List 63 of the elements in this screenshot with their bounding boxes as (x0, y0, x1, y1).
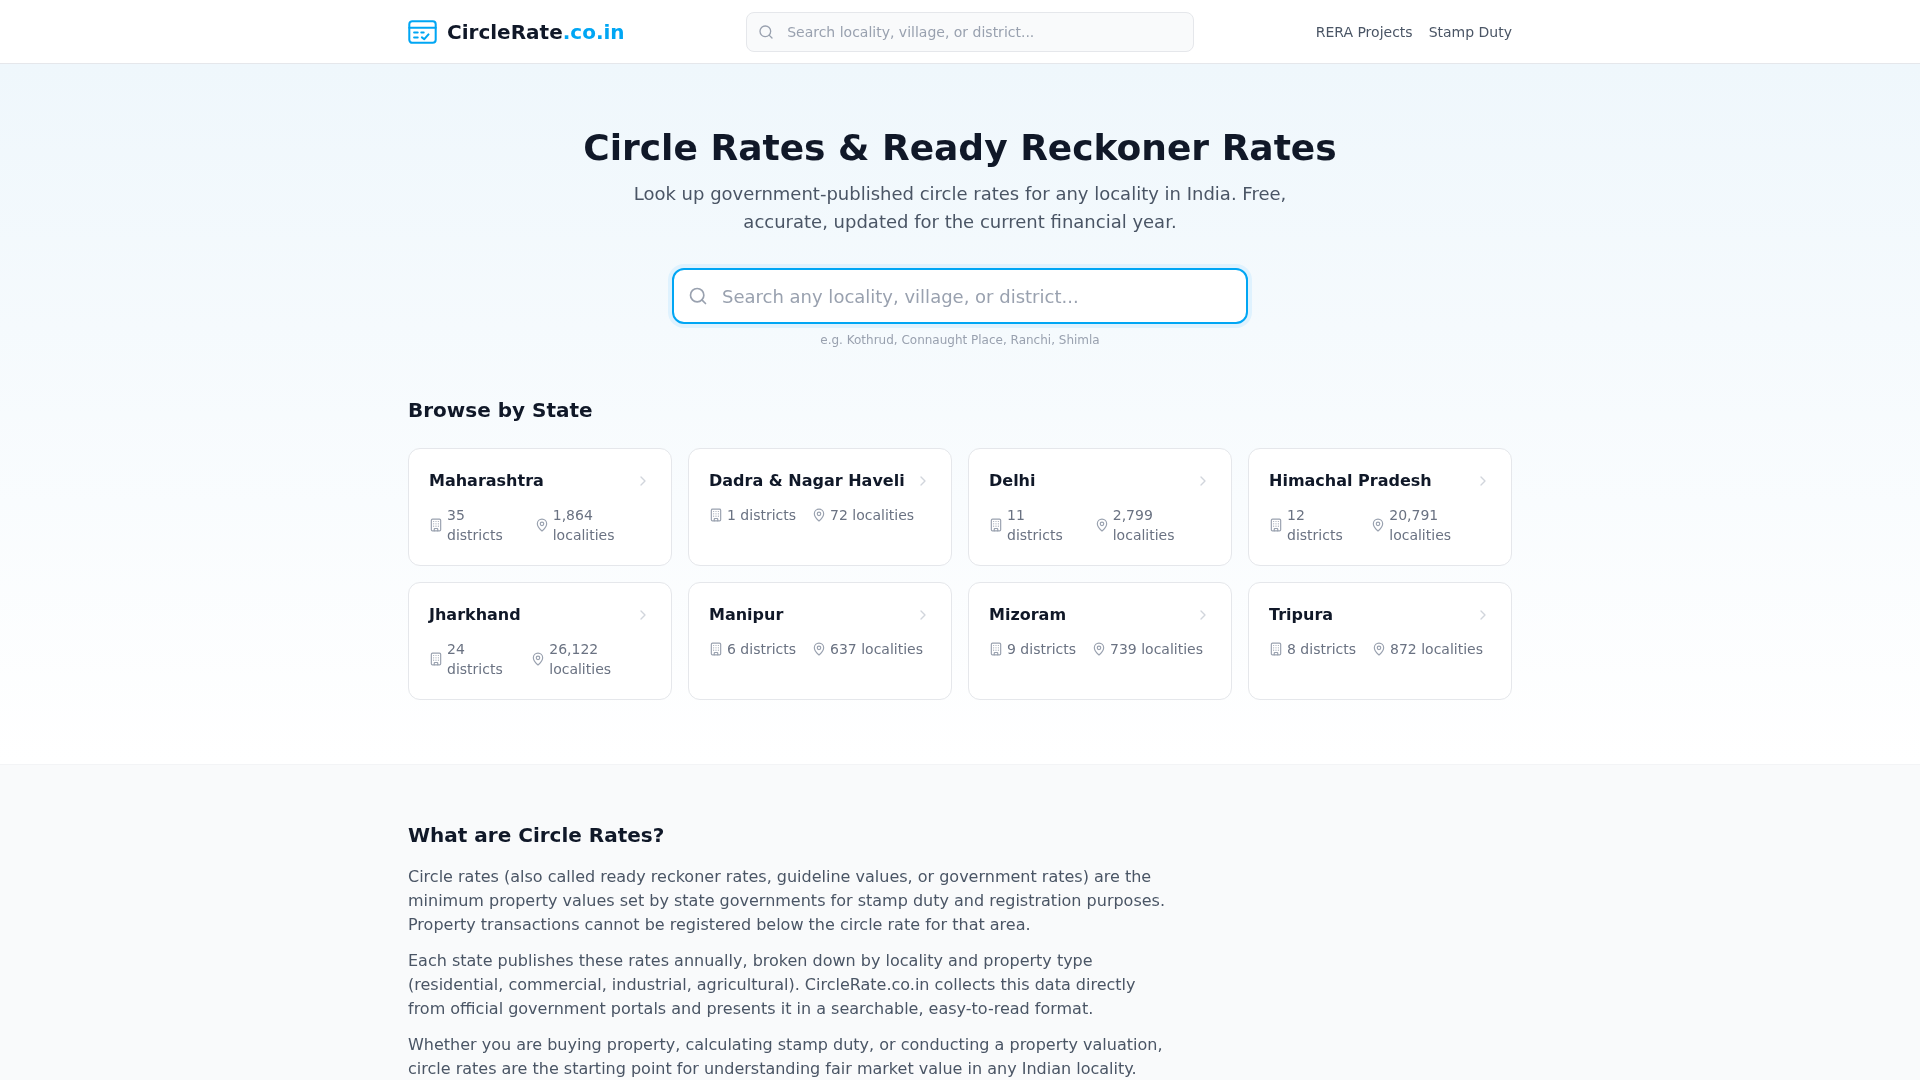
state-name: Maharashtra (429, 470, 544, 492)
page-subtitle: Look up government-published circle rates for any locality in India. Free, accurate, updated for the current financial year. (632, 182, 1288, 234)
page-title: Circle Rates & Ready Reckoner Rates (583, 128, 1337, 168)
section-heading: Browse by State (408, 397, 593, 424)
state-card[interactable]: Jharkhand 24 districts 26,122 localities (408, 582, 672, 700)
search-icon (758, 23, 775, 40)
nav-link[interactable]: RERA Projects (1315, 21, 1413, 42)
building-icon (1269, 518, 1283, 532)
state-name: Manipur (709, 604, 784, 626)
map-pin-icon (1092, 642, 1107, 656)
state-name: Dadra & Nagar Haveli (709, 470, 905, 492)
map-pin-icon (1094, 518, 1109, 532)
building-icon (429, 652, 443, 666)
state-name: Mizoram (989, 604, 1067, 626)
search-icon (688, 286, 708, 306)
state-name: Tripura (1269, 604, 1334, 626)
state-name: Delhi (989, 470, 1036, 492)
building-icon (989, 642, 1003, 656)
locality-count: 26,122 localities (549, 640, 613, 679)
district-count: 12 districts (1287, 506, 1344, 545)
state-card[interactable]: Delhi 11 districts 2,799 localities (968, 448, 1232, 566)
locality-count: 739 localities (1110, 640, 1203, 659)
map-pin-icon (534, 518, 549, 532)
building-icon (989, 518, 1003, 532)
info-paragraph: Each state publishes these rates annually, broken down by locality and property type (residential, commercial, industrial, agricultural). CircleRate.co.in collects this data directly from official government portals and presents it in a searchable, easy-to-read format. (408, 950, 1137, 1020)
state-card[interactable]: Himachal Pradesh 12 districts 20,791 localities (1248, 448, 1512, 566)
info-paragraph: Whether you are buying property, calculating stamp duty, or conducting a property valuation, circle rates are the starting point for understanding fair market value in any Indian locality. (408, 1034, 1164, 1080)
building-icon (1269, 642, 1283, 656)
state-card[interactable]: Manipur 6 districts 637 localities (688, 582, 952, 700)
state-card[interactable]: Tripura 8 districts 872 localities (1248, 582, 1512, 700)
locality-count: 637 localities (830, 640, 923, 659)
state-name: Himachal Pradesh (1269, 470, 1432, 492)
district-count: 24 districts (447, 640, 504, 679)
map-pin-icon (812, 508, 827, 522)
state-card[interactable]: Mizoram 9 districts 739 localities (968, 582, 1232, 700)
locality-count: 872 localities (1390, 640, 1483, 659)
calendar-check-icon (408, 19, 437, 44)
map-pin-icon (812, 642, 827, 656)
map-pin-icon (1372, 642, 1387, 656)
district-count: 9 districts (1007, 640, 1077, 659)
section-heading: What are Circle Rates? (408, 822, 665, 849)
search-field[interactable]: Search any locality, village, or district... (672, 268, 1248, 324)
map-pin-icon (531, 652, 546, 666)
map-pin-icon (1371, 518, 1386, 532)
nav-link[interactable]: Stamp Duty (1428, 21, 1512, 42)
locality-count: 20,791 localities (1389, 506, 1453, 545)
building-icon (429, 518, 443, 532)
state-card[interactable]: Dadra & Nagar Haveli 1 districts 72 localities (688, 448, 952, 566)
district-count: 8 districts (1287, 640, 1357, 659)
locality-count: 2,799 localities (1112, 506, 1176, 545)
search-hint: e.g. Kothrud, Connaught Place, Ranchi, Shimla (820, 332, 1100, 348)
building-icon (709, 642, 723, 656)
district-count: 6 districts (727, 640, 797, 659)
district-count: 11 districts (1007, 506, 1064, 545)
locality-count: 72 localities (830, 506, 915, 525)
logo-link[interactable]: CircleRate.co.in (408, 17, 625, 46)
info-paragraph: Circle rates (also called ready reckoner rates, guideline values, or government rates) are the minimum property values set by state governments for stamp duty and registration purposes. Property transactions cannot be registered below the circle rate for that area. (408, 866, 1166, 936)
district-count: 1 districts (727, 506, 797, 525)
locality-count: 1,864 localities (552, 506, 616, 545)
state-card[interactable]: Maharashtra 35 districts 1,864 localities (408, 448, 672, 566)
district-count: 35 districts (447, 506, 504, 545)
state-name: Jharkhand (429, 604, 521, 626)
building-icon (709, 508, 723, 522)
